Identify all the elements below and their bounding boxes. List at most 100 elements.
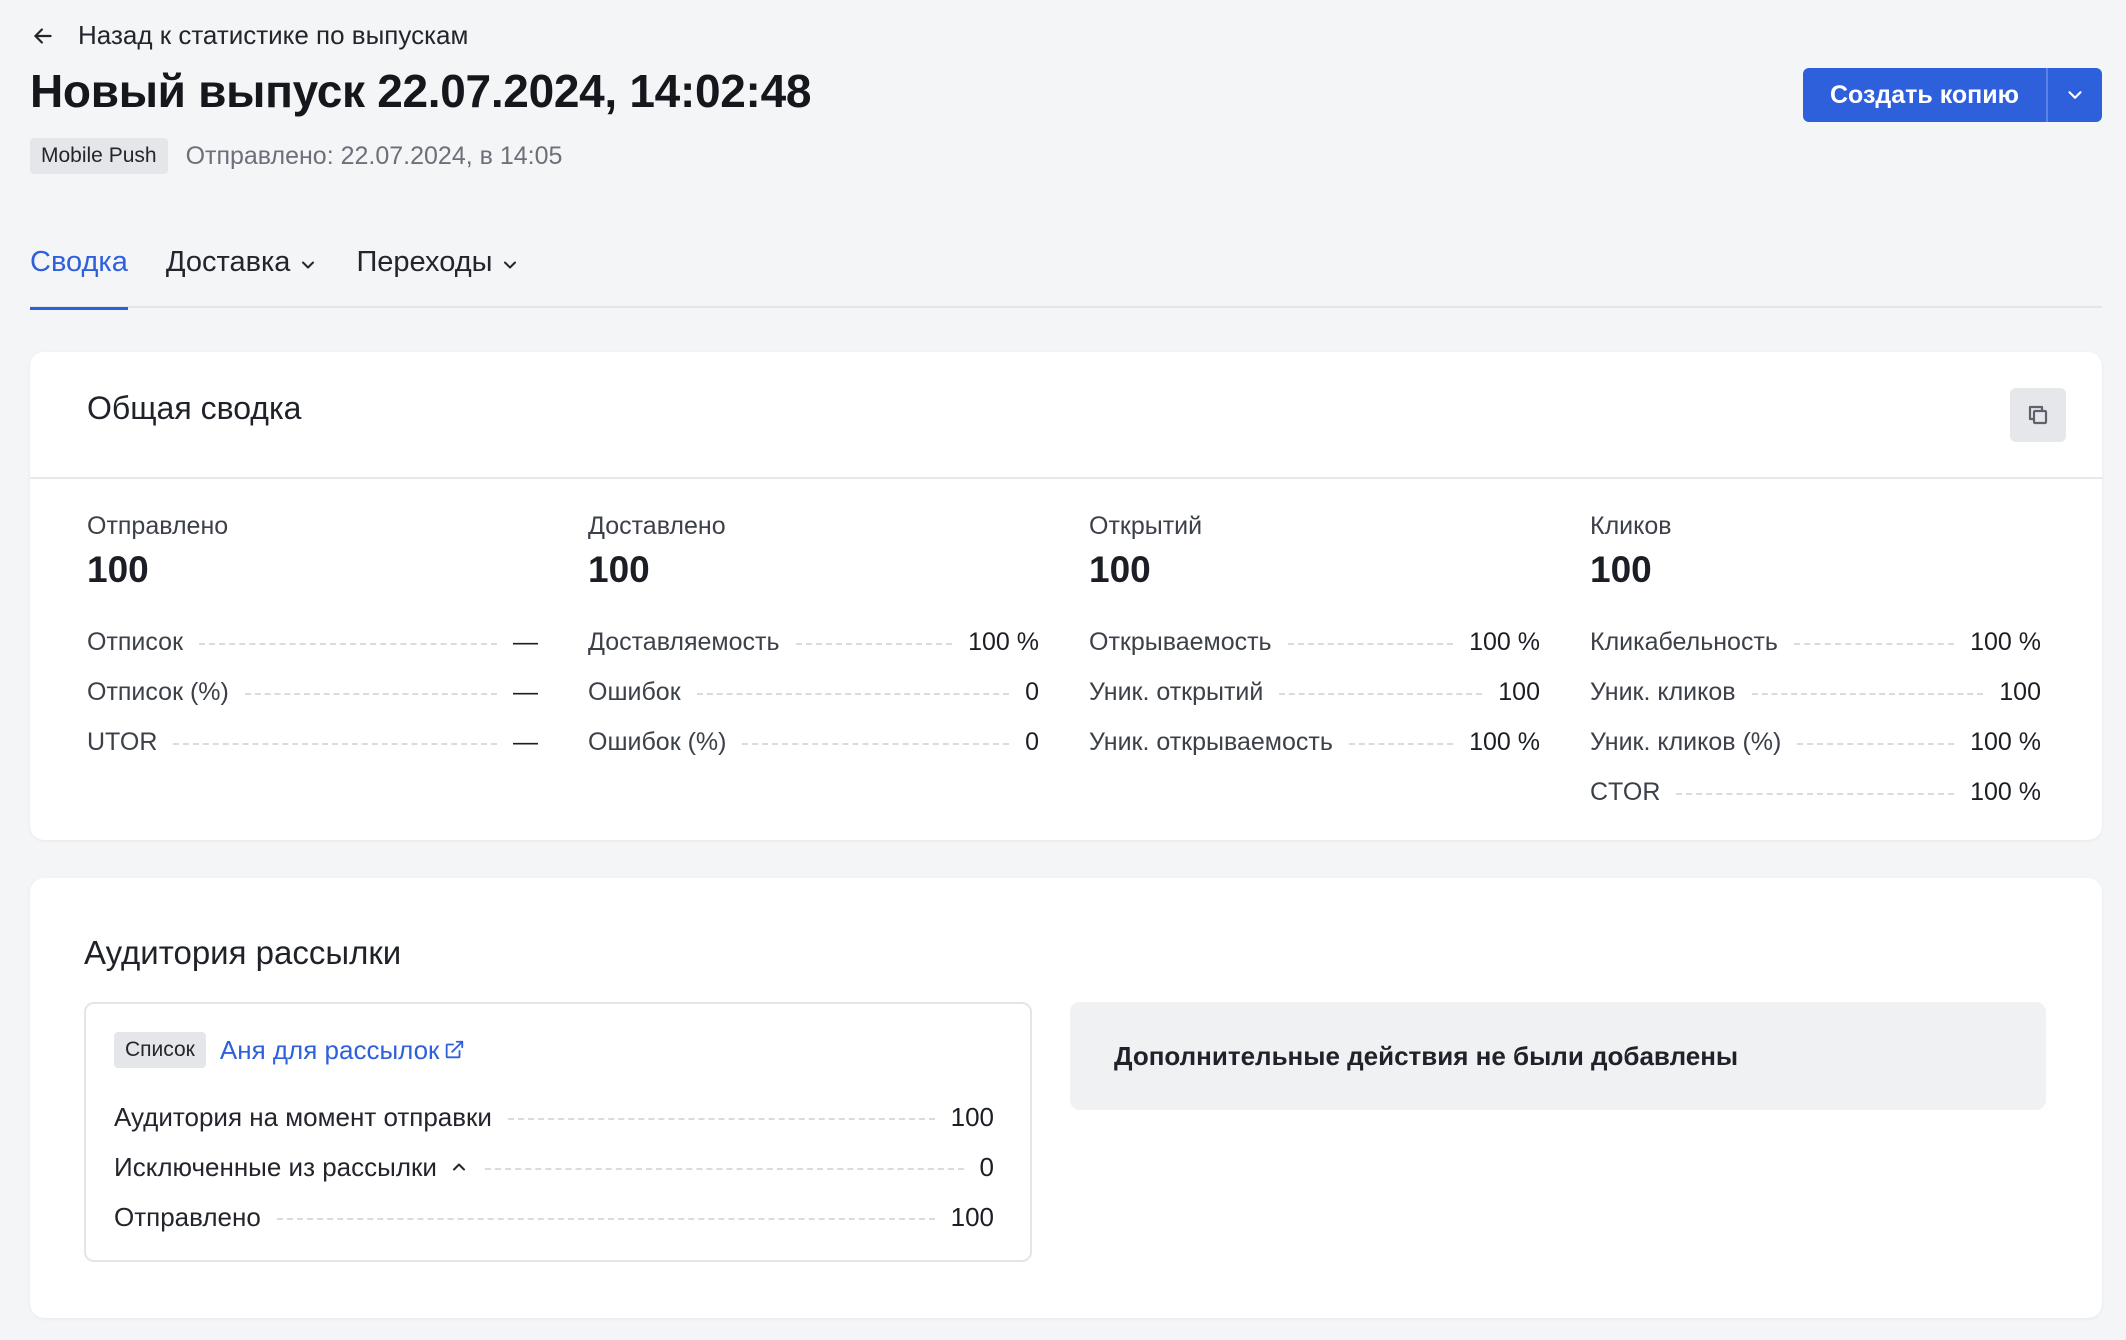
audience-list-name[interactable]: Аня для рассылок — [220, 1035, 440, 1066]
stat-row: Уник. кликов (%) 100 % — [1590, 717, 2041, 767]
stat-row: Отписок — — [87, 617, 538, 667]
stat-row: Отписок (%) — — [87, 667, 538, 717]
stat-column-delivered: Доставлено 100 Доставляемость 100 % Ошибо… — [588, 512, 1039, 817]
stat-row-key: Открываемость — [1089, 627, 1272, 656]
stat-column-sent: Отправлено 100 Отписок — Отписок (%) — UTO… — [87, 512, 538, 817]
stat-row-key: Отписок (%) — [87, 677, 229, 706]
audience-row-value: 100 — [950, 1201, 994, 1232]
stat-row-key: Доставляемость — [588, 627, 780, 656]
stat-row-value: — — [513, 677, 538, 706]
stat-value: 100 — [1590, 549, 1652, 590]
issue-meta: Mobile Push Отправлено: 22.07.2024, в 14… — [30, 138, 562, 174]
stat-row-key: Уник. кликов (%) — [1590, 727, 1782, 756]
stat-row-key: Ошибок — [588, 677, 681, 706]
stat-row: Открываемость 100 % — [1089, 617, 1540, 667]
dotted-leader — [1751, 693, 1984, 695]
dotted-leader — [1279, 693, 1483, 695]
stat-row: CTOR 100 % — [1590, 767, 2041, 817]
stat-row: UTOR — — [87, 717, 538, 767]
audience-row-key: Отправлено — [114, 1201, 261, 1232]
stat-row-value: 100 % — [1469, 627, 1540, 656]
external-link-icon — [446, 1040, 464, 1059]
audience-row-key-excluded: Исключенные из рассылки — [114, 1152, 469, 1183]
stat-row-key: Кликабельность — [1590, 627, 1778, 656]
stat-label: Отправлено — [87, 512, 229, 540]
dotted-leader — [1797, 743, 1955, 745]
audience-list: Список Аня для рассылок — [114, 1032, 465, 1068]
audience-list-link[interactable]: Аня для рассылок — [220, 1035, 466, 1066]
stat-value: 100 — [87, 549, 149, 590]
stat-label: Доставлено — [588, 512, 726, 540]
dotted-leader — [1348, 743, 1454, 745]
copy-icon — [2028, 405, 2048, 425]
tab-clicks[interactable]: Переходы — [356, 246, 520, 308]
list-badge: Список — [114, 1032, 206, 1068]
card-divider — [30, 477, 2102, 479]
stat-row-value: — — [513, 627, 538, 656]
summary-card-title: Общая сводка — [87, 390, 302, 426]
chevron-up-icon[interactable] — [449, 1157, 469, 1177]
dotted-leader — [244, 693, 497, 695]
stat-row: Уник. кликов 100 — [1590, 667, 2041, 717]
dotted-leader — [199, 643, 497, 645]
audience-row: Исключенные из рассылки 0 — [114, 1142, 994, 1192]
stat-value: 100 — [588, 549, 650, 590]
stat-row-value: 100 % — [1469, 727, 1540, 756]
stat-row: Кликабельность 100 % — [1590, 617, 2041, 667]
stat-row: Ошибок 0 — [588, 667, 1039, 717]
dotted-leader — [742, 743, 1010, 745]
create-copy-button[interactable]: Создать копию — [1802, 68, 2046, 122]
chevron-down-icon — [2068, 91, 2082, 99]
stat-row: Ошибок (%) 0 — [588, 717, 1039, 767]
summary-card: Общая сводка Отправлено 100 Отписок — Отп… — [30, 352, 2102, 840]
stat-row-key: UTOR — [87, 727, 158, 756]
stat-row-key: Уник. открытий — [1089, 677, 1264, 706]
copy-stats-button[interactable] — [2010, 388, 2066, 442]
back-link[interactable]: Назад к статистике по выпускам — [30, 20, 468, 51]
chevron-down-icon — [302, 261, 315, 269]
audience-row-value: 100 — [950, 1101, 994, 1132]
audience-card: Аудитория рассылки Список Аня для рассыл… — [30, 878, 2102, 1318]
stat-row-value: 100 % — [1970, 727, 2041, 756]
stat-row-value: 0 — [1025, 677, 1039, 706]
audience-card-title: Аудитория рассылки — [84, 934, 402, 971]
tab-delivery[interactable]: Доставка — [166, 246, 319, 308]
channel-badge: Mobile Push — [30, 138, 168, 174]
stat-column-clicks: Кликов 100 Кликабельность 100 % Уник. кли… — [1590, 512, 2041, 817]
dotted-leader — [484, 1168, 964, 1170]
dotted-leader — [173, 743, 497, 745]
dotted-leader — [1287, 643, 1454, 645]
stat-row-key: Отписок — [87, 627, 184, 656]
audience-row-key: Аудитория на момент отправки — [114, 1101, 492, 1132]
create-copy-split-button: Создать копию — [1802, 68, 2102, 122]
stat-row: Уник. открываемость 100 % — [1089, 717, 1540, 767]
audience-rows: Аудитория на момент отправки 100 Исключен… — [114, 1092, 994, 1242]
stat-row-value: 100 — [1999, 677, 2041, 706]
dotted-leader — [507, 1118, 935, 1120]
stat-row-key: Ошибок (%) — [588, 727, 727, 756]
tab-delivery-label: Доставка — [165, 246, 291, 278]
arrow-left-icon — [34, 27, 52, 44]
stat-row-value: 0 — [1025, 727, 1039, 756]
stat-label: Открытий — [1089, 512, 1203, 540]
dotted-leader — [1676, 793, 1955, 795]
dotted-leader — [276, 1218, 935, 1220]
tab-bar: Сводка Доставка Переходы — [30, 246, 2102, 310]
page-title: Новый выпуск 22.07.2024, 14:02:48 — [30, 65, 812, 117]
stats-grid: Отправлено 100 Отписок — Отписок (%) — UTO… — [87, 512, 2047, 817]
dotted-leader — [696, 693, 1010, 695]
audience-row: Отправлено 100 — [114, 1192, 994, 1242]
stat-row-key: CTOR — [1590, 777, 1661, 806]
stat-row-value: 100 % — [1970, 777, 2041, 806]
stat-row-value: 100 % — [1970, 627, 2041, 656]
back-link-label[interactable]: Назад к статистике по выпускам — [78, 20, 468, 51]
tab-summary[interactable]: Сводка — [30, 246, 128, 310]
stat-row-value: 100 % — [968, 627, 1039, 656]
audience-row-label: Исключенные из рассылки — [114, 1151, 437, 1182]
dotted-leader — [795, 643, 953, 645]
audience-panel: Список Аня для рассылок Аудитория на мом… — [84, 1002, 1032, 1262]
stat-row-value: — — [513, 727, 538, 756]
stat-row: Уник. открытий 100 — [1089, 667, 1540, 717]
create-copy-menu-button[interactable] — [2046, 68, 2102, 122]
stat-row-key: Уник. открываемость — [1089, 727, 1333, 756]
